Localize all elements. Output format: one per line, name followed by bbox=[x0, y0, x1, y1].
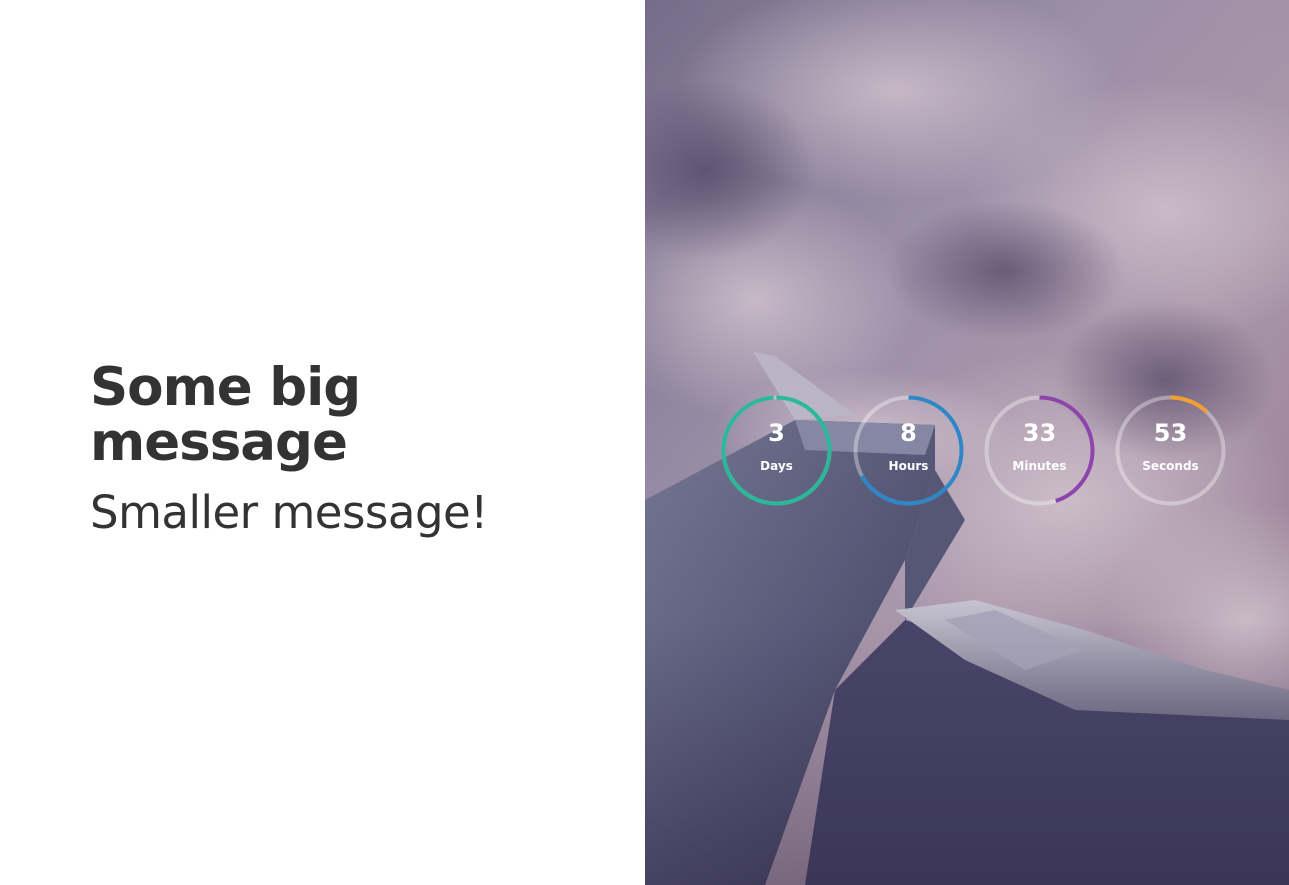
minutes-progress-ring bbox=[984, 395, 1095, 506]
days-timer: 3 Days bbox=[720, 394, 833, 507]
hours-timer: 8 Hours bbox=[852, 394, 965, 507]
seconds-value: 53 bbox=[1153, 419, 1188, 447]
seconds-progress-ring bbox=[1115, 395, 1226, 506]
minutes-value: 33 bbox=[1022, 419, 1057, 447]
countdown-panel: 3 Days 8 Hours 33 Minutes 53 Seconds bbox=[645, 0, 1289, 885]
seconds-timer: 53 Seconds bbox=[1114, 394, 1227, 507]
seconds-label: Seconds bbox=[1142, 459, 1199, 473]
page: Some big message Smaller message! 3 Days… bbox=[0, 0, 1289, 885]
days-progress-ring bbox=[721, 395, 832, 506]
days-label: Days bbox=[760, 459, 793, 473]
hours-label: Hours bbox=[888, 459, 929, 473]
minutes-label: Minutes bbox=[1012, 459, 1067, 473]
headline: Some big message bbox=[90, 357, 361, 473]
subheadline: Smaller message! bbox=[90, 486, 488, 539]
minutes-timer: 33 Minutes bbox=[983, 394, 1096, 507]
days-value: 3 bbox=[768, 419, 785, 447]
hours-progress-ring bbox=[853, 395, 964, 506]
hours-value: 8 bbox=[900, 419, 917, 447]
message-panel: Some big message Smaller message! bbox=[0, 0, 645, 885]
